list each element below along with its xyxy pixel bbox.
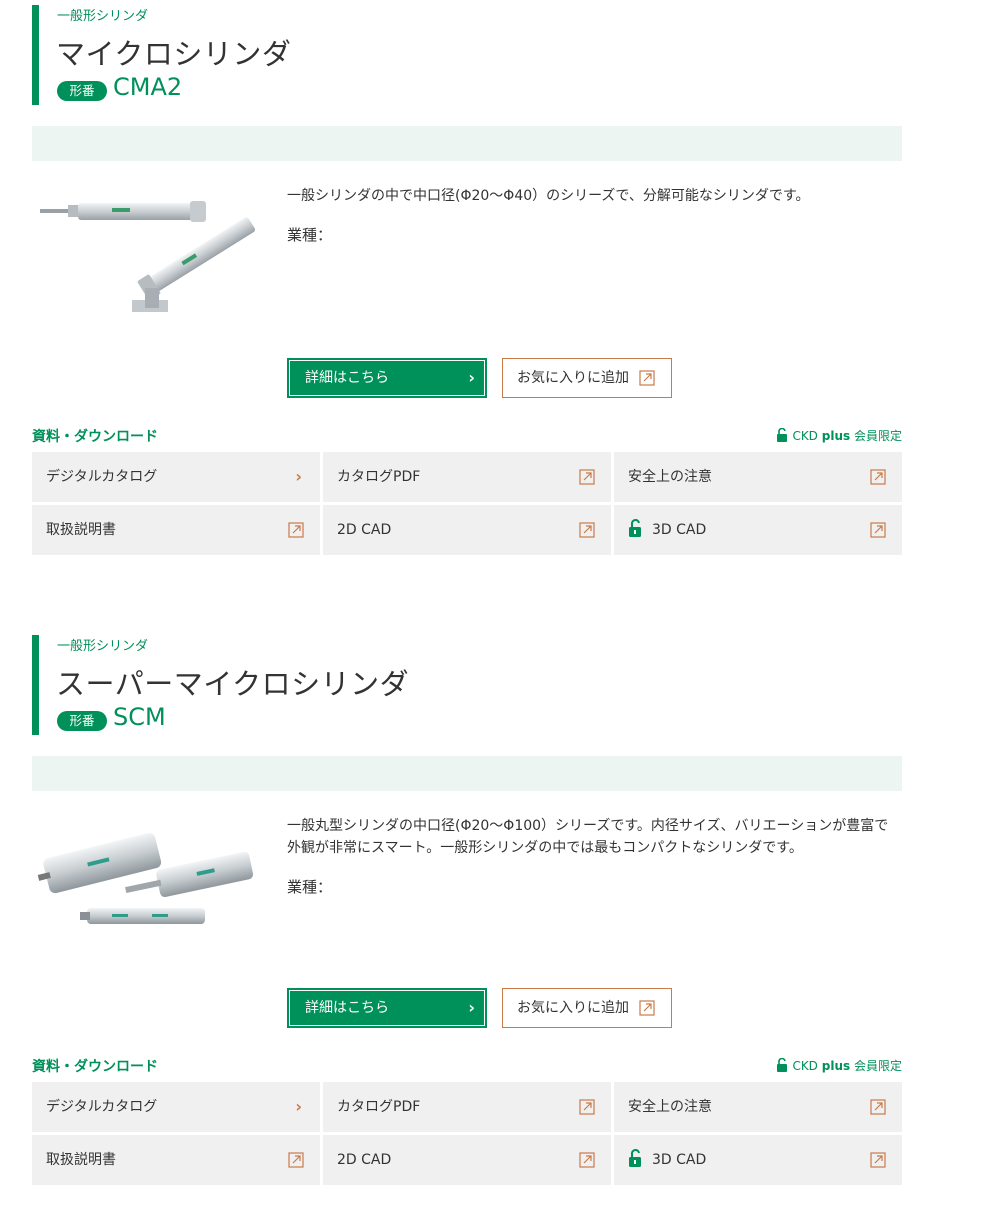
- download-instruction-manual[interactable]: 取扱説明書: [32, 1135, 320, 1185]
- product-category: 一般形シリンダ: [57, 9, 149, 24]
- external-link-icon: [870, 522, 886, 538]
- external-link-icon: [288, 1152, 304, 1168]
- download-label: デジタルカタログ: [46, 469, 158, 485]
- product-heading: 一般形シリンダ スーパーマイクロシリンダ 形番 SCM: [32, 635, 902, 735]
- member-plus: plus: [821, 1059, 851, 1073]
- product-heading: 一般形シリンダ マイクロシリンダ 形番 CMA2: [32, 5, 902, 105]
- chevron-right-icon: ›: [295, 1097, 302, 1116]
- download-label: カタログPDF: [337, 1099, 421, 1115]
- download-label: 安全上の注意: [628, 1099, 712, 1115]
- industry-label: 業種：: [287, 226, 333, 244]
- downloads-grid: デジタルカタログ › カタログPDF 安全上の注意 取扱説明書 2D CAD 3…: [32, 1082, 902, 1186]
- download-label: 3D CAD: [652, 522, 707, 538]
- external-link-icon: [870, 469, 886, 485]
- unlock-icon: [629, 519, 641, 537]
- product-card-scm: 一般形シリンダ スーパーマイクロシリンダ 形番 SCM 一般丸型シリンダの中口径…: [32, 635, 902, 1190]
- external-link-icon: [870, 1099, 886, 1115]
- downloads-title: 資料・ダウンロード: [32, 429, 158, 445]
- external-link-icon: [288, 522, 304, 538]
- external-link-icon: [870, 1152, 886, 1168]
- model-number: CMA2: [113, 73, 183, 101]
- favorite-button-label: お気に入りに追加: [517, 1000, 629, 1016]
- product-card-cma2: 一般形シリンダ マイクロシリンダ 形番 CMA2 一般シリンダの中で中口径(Φ2…: [32, 5, 902, 560]
- heading-accent-bar: [32, 5, 39, 105]
- heading-accent-bar: [32, 635, 39, 735]
- member-suffix: 会員限定: [853, 429, 902, 443]
- external-link-icon: [639, 370, 655, 386]
- chevron-right-icon: ›: [468, 368, 475, 387]
- member-brand: CKD: [792, 429, 818, 443]
- add-favorite-button[interactable]: お気に入りに追加: [502, 988, 672, 1028]
- external-link-icon: [579, 522, 595, 538]
- download-label: 取扱説明書: [46, 522, 116, 538]
- chevron-right-icon: ›: [468, 998, 475, 1017]
- industry-label: 業種：: [287, 878, 333, 896]
- unlock-icon: [629, 1149, 641, 1167]
- detail-button-label: 詳細はこちら: [305, 1000, 389, 1016]
- detail-button[interactable]: 詳細はこちら ›: [287, 988, 487, 1028]
- product-description: 一般丸型シリンダの中口径(Φ20～Φ100）シリーズです。内径サイズ、バリエーシ…: [287, 818, 889, 856]
- product-photo: [32, 815, 257, 960]
- info-band: [32, 126, 902, 161]
- unlock-icon: [777, 427, 788, 442]
- downloads-title: 資料・ダウンロード: [32, 1059, 158, 1075]
- download-label: 3D CAD: [652, 1152, 707, 1168]
- product-name: マイクロシリンダ: [56, 37, 292, 71]
- external-link-icon: [639, 1000, 655, 1016]
- download-3d-cad[interactable]: 3D CAD: [614, 505, 902, 555]
- member-plus: plus: [821, 429, 851, 443]
- favorite-button-label: お気に入りに追加: [517, 370, 629, 386]
- download-safety-notes[interactable]: 安全上の注意: [614, 1082, 902, 1132]
- product-photo: [32, 190, 257, 335]
- download-label: 2D CAD: [337, 1152, 392, 1168]
- download-label: 取扱説明書: [46, 1152, 116, 1168]
- download-2d-cad[interactable]: 2D CAD: [323, 505, 611, 555]
- member-suffix: 会員限定: [853, 1059, 902, 1073]
- download-3d-cad[interactable]: 3D CAD: [614, 1135, 902, 1185]
- member-brand: CKD: [792, 1059, 818, 1073]
- chevron-right-icon: ›: [295, 467, 302, 486]
- downloads-grid: デジタルカタログ › カタログPDF 安全上の注意 取扱説明書 2D CAD 3…: [32, 452, 902, 556]
- info-band: [32, 756, 902, 791]
- download-label: 2D CAD: [337, 522, 392, 538]
- product-description: 一般シリンダの中で中口径(Φ20～Φ40）のシリーズで、分解可能なシリンダです。: [287, 188, 810, 204]
- member-only-note: CKD plus 会員限定: [776, 427, 902, 444]
- external-link-icon: [579, 469, 595, 485]
- download-label: 安全上の注意: [628, 469, 712, 485]
- model-badge: 形番: [57, 711, 107, 731]
- member-only-note: CKD plus 会員限定: [776, 1057, 902, 1074]
- download-catalog-pdf[interactable]: カタログPDF: [323, 1082, 611, 1132]
- detail-button-label: 詳細はこちら: [305, 370, 389, 386]
- model-number: SCM: [113, 703, 166, 731]
- add-favorite-button[interactable]: お気に入りに追加: [502, 358, 672, 398]
- detail-button[interactable]: 詳細はこちら ›: [287, 358, 487, 398]
- product-category: 一般形シリンダ: [57, 639, 149, 654]
- download-digital-catalog[interactable]: デジタルカタログ ›: [32, 1082, 320, 1132]
- download-2d-cad[interactable]: 2D CAD: [323, 1135, 611, 1185]
- external-link-icon: [579, 1152, 595, 1168]
- model-badge: 形番: [57, 81, 107, 101]
- download-catalog-pdf[interactable]: カタログPDF: [323, 452, 611, 502]
- unlock-icon: [777, 1057, 788, 1072]
- download-instruction-manual[interactable]: 取扱説明書: [32, 505, 320, 555]
- product-name: スーパーマイクロシリンダ: [56, 667, 410, 701]
- download-digital-catalog[interactable]: デジタルカタログ ›: [32, 452, 320, 502]
- download-label: カタログPDF: [337, 469, 421, 485]
- download-label: デジタルカタログ: [46, 1099, 158, 1115]
- external-link-icon: [579, 1099, 595, 1115]
- download-safety-notes[interactable]: 安全上の注意: [614, 452, 902, 502]
